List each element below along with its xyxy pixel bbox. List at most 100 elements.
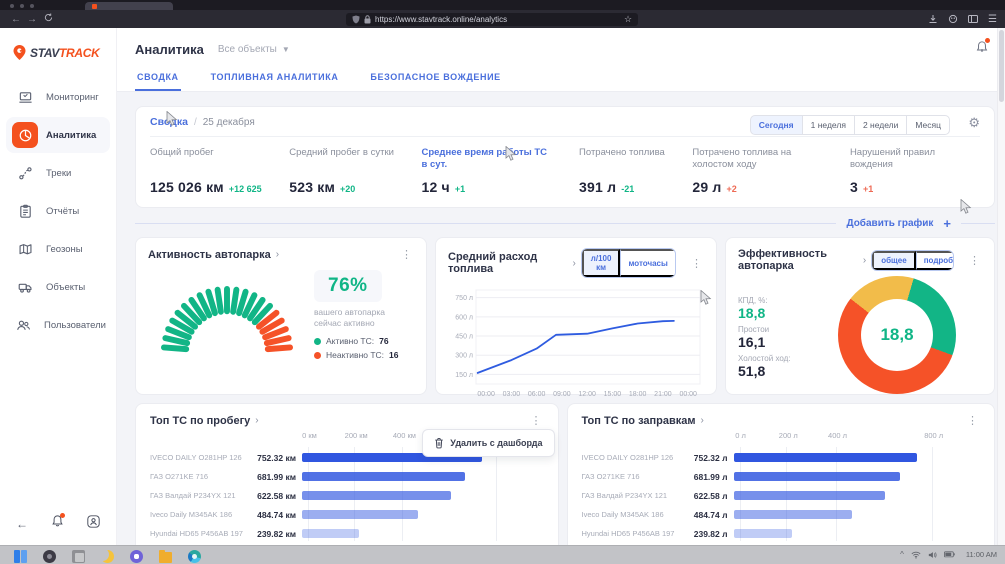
sidebar-item-label: Треки xyxy=(46,168,71,179)
chevron-right-icon: › xyxy=(276,249,279,260)
url-text: https://www.stavtrack.online/analytics xyxy=(375,15,620,24)
back-icon[interactable]: ← xyxy=(8,14,24,25)
taskbar-app-4-icon[interactable] xyxy=(101,550,114,563)
reload-icon[interactable] xyxy=(40,13,56,25)
sidebar-menu: Мониторинг Аналитика Треки ОтчётыГеозоны Объ… xyxy=(0,79,116,343)
vehicle-label: IVECO DAILY O281HP 126 xyxy=(150,453,252,462)
svg-text:00:00: 00:00 xyxy=(477,391,495,398)
taskbar-app-3-icon[interactable] xyxy=(72,550,85,563)
vehicle-label: Hyundai HD65 P456AB 197 xyxy=(150,529,252,538)
volume-icon[interactable] xyxy=(928,551,937,559)
sidebar-item-label: Аналитика xyxy=(46,130,96,141)
profile-icon[interactable] xyxy=(87,515,100,533)
active-caption: вашего автопарка сейчас активно xyxy=(314,307,414,329)
bar-axis: 0 л200 л400 л800 л xyxy=(740,431,975,541)
add-chart-plus-icon[interactable]: + xyxy=(943,219,951,229)
sidebar-item-label: Объекты xyxy=(46,282,85,293)
bar-value: 239.82 л xyxy=(684,529,734,539)
metric-value: 391 л xyxy=(579,179,616,195)
url-bar[interactable]: https://www.stavtrack.online/analytics ☆ xyxy=(346,13,638,26)
header-bell-icon[interactable] xyxy=(975,40,989,59)
efficiency-toggle-0[interactable]: общее xyxy=(872,251,915,270)
fuel-kebab-icon[interactable]: ⋮ xyxy=(689,257,704,270)
window-controls[interactable] xyxy=(10,4,34,8)
taskbar-folder-icon[interactable] xyxy=(159,550,172,563)
range-button-3[interactable]: Месяц xyxy=(906,115,950,135)
settings-gear-icon[interactable]: ⚙ xyxy=(968,115,980,131)
efficiency-stat-value: 51,8 xyxy=(738,363,824,379)
collapse-sidebar-icon[interactable]: ← xyxy=(16,517,28,531)
fuel-card: Средний расход топлива › л/100 кммоточас… xyxy=(435,237,717,395)
vehicle-label: ГАЗ Валдай P234YX 121 xyxy=(582,491,684,500)
menu-icon[interactable]: ☰ xyxy=(988,14,997,25)
svg-text:750 л: 750 л xyxy=(455,295,473,302)
metric-2: Среднее время работы ТС в сут.12 ч+1 xyxy=(421,147,551,195)
activity-kebab-icon[interactable]: ⋮ xyxy=(399,248,414,261)
taskbar-app-7-icon[interactable] xyxy=(188,550,201,563)
fuel-toggle-1[interactable]: моточасы xyxy=(620,249,676,277)
wifi-icon[interactable] xyxy=(911,551,921,559)
extension-icon[interactable] xyxy=(948,14,958,24)
top-mileage-kebab-icon[interactable]: ⋮ xyxy=(529,414,544,427)
taskbar-app-1-icon[interactable] xyxy=(14,550,27,563)
efficiency-kebab-icon[interactable]: ⋮ xyxy=(967,254,982,267)
notifications-bell-icon[interactable] xyxy=(51,514,64,533)
svg-text:21:00: 21:00 xyxy=(654,391,672,398)
sidebar-item-users[interactable]: Пользователи xyxy=(6,307,110,343)
range-button-2[interactable]: 2 недели xyxy=(854,115,907,135)
range-button-0[interactable]: Сегодня xyxy=(750,115,803,135)
sidebar-panel-icon[interactable] xyxy=(968,14,978,24)
sidebar-item-analytics[interactable]: Аналитика xyxy=(6,117,110,153)
metric-4: Потрачено топлива на холостом ходу29 л+2 xyxy=(692,147,822,195)
chevron-right-icon: › xyxy=(572,258,575,269)
efficiency-stat-label: Холостой ход: xyxy=(738,354,824,363)
taskbar-app-5-icon[interactable] xyxy=(130,550,143,563)
delete-from-dashboard-menu-item[interactable]: Удалить с дашборда xyxy=(422,429,554,457)
taskbar-app-2-icon[interactable] xyxy=(43,550,56,563)
browser-scrollbar[interactable] xyxy=(997,28,1005,545)
top-mileage-title[interactable]: Топ ТС по пробегу xyxy=(150,415,250,427)
forward-icon[interactable]: → xyxy=(24,14,40,25)
svg-text:03:00: 03:00 xyxy=(503,391,521,398)
add-chart-row: Добавить график + xyxy=(135,218,995,229)
svg-text:12:00: 12:00 xyxy=(578,391,596,398)
vehicle-label: Iveco Daily M345AK 186 xyxy=(150,510,252,519)
range-button-1[interactable]: 1 неделя xyxy=(802,115,855,135)
add-chart-link[interactable]: Добавить график xyxy=(846,218,933,229)
trash-icon xyxy=(434,437,444,449)
tab-0[interactable]: СВОДКА xyxy=(135,63,181,91)
bookmark-star-icon[interactable]: ☆ xyxy=(624,14,632,25)
sidebar-item-reports[interactable]: Отчёты xyxy=(6,193,110,229)
battery-icon[interactable] xyxy=(944,551,955,558)
metric-label[interactable]: Среднее время работы ТС в сут. xyxy=(421,147,551,171)
efficiency-card-title[interactable]: Эффективность автопарка xyxy=(738,248,858,272)
users-icon xyxy=(12,312,36,338)
browser-toolbar: ← → https://www.stavtrack.online/analyti… xyxy=(0,10,1005,28)
top-fuel-card: Топ ТС по заправкам › ⋮ 0 л200 л400 л800… xyxy=(567,403,996,545)
download-icon[interactable] xyxy=(928,14,938,24)
tray-expand-icon[interactable]: ^ xyxy=(900,550,904,559)
fuel-toggle-0[interactable]: л/100 км xyxy=(582,249,621,277)
efficiency-toggle-1[interactable]: подробно xyxy=(916,251,954,270)
tab-1[interactable]: ТОПЛИВНАЯ АНАЛИТИКА xyxy=(209,63,341,91)
vehicle-label: ГАЗ O271KE 716 xyxy=(150,472,252,481)
top-fuel-kebab-icon[interactable]: ⋮ xyxy=(965,414,980,427)
bar-value: 622.58 л xyxy=(684,491,734,501)
sidebar-item-tracks[interactable]: Треки xyxy=(6,155,110,191)
fuel-card-title[interactable]: Средний расход топлива xyxy=(448,251,567,275)
cursor-icon xyxy=(960,199,972,215)
browser-tab[interactable] xyxy=(85,2,173,10)
sidebar-item-geozones[interactable]: Геозоны xyxy=(6,231,110,267)
page-title: Аналитика xyxy=(135,42,204,57)
activity-card-title[interactable]: Активность автопарка xyxy=(148,249,271,261)
metric-1: Средний пробег в сутки523 км+20 xyxy=(289,147,394,195)
metric-label: Потрачено топлива на холостом ходу xyxy=(692,147,822,171)
tab-2[interactable]: БЕЗОПАСНОЕ ВОЖДЕНИЕ xyxy=(368,63,502,91)
bar-value: 752.32 км xyxy=(252,453,302,463)
logo[interactable]: STAVTRACK xyxy=(0,28,116,79)
sidebar-item-objects[interactable]: Объекты xyxy=(6,269,110,305)
efficiency-view-toggle: общееподробно xyxy=(871,250,954,271)
top-fuel-title[interactable]: Топ ТС по заправкам xyxy=(582,415,696,427)
objects-filter-dropdown[interactable]: Все объекты▼ xyxy=(218,44,290,55)
sidebar-item-monitoring[interactable]: Мониторинг xyxy=(6,79,110,115)
